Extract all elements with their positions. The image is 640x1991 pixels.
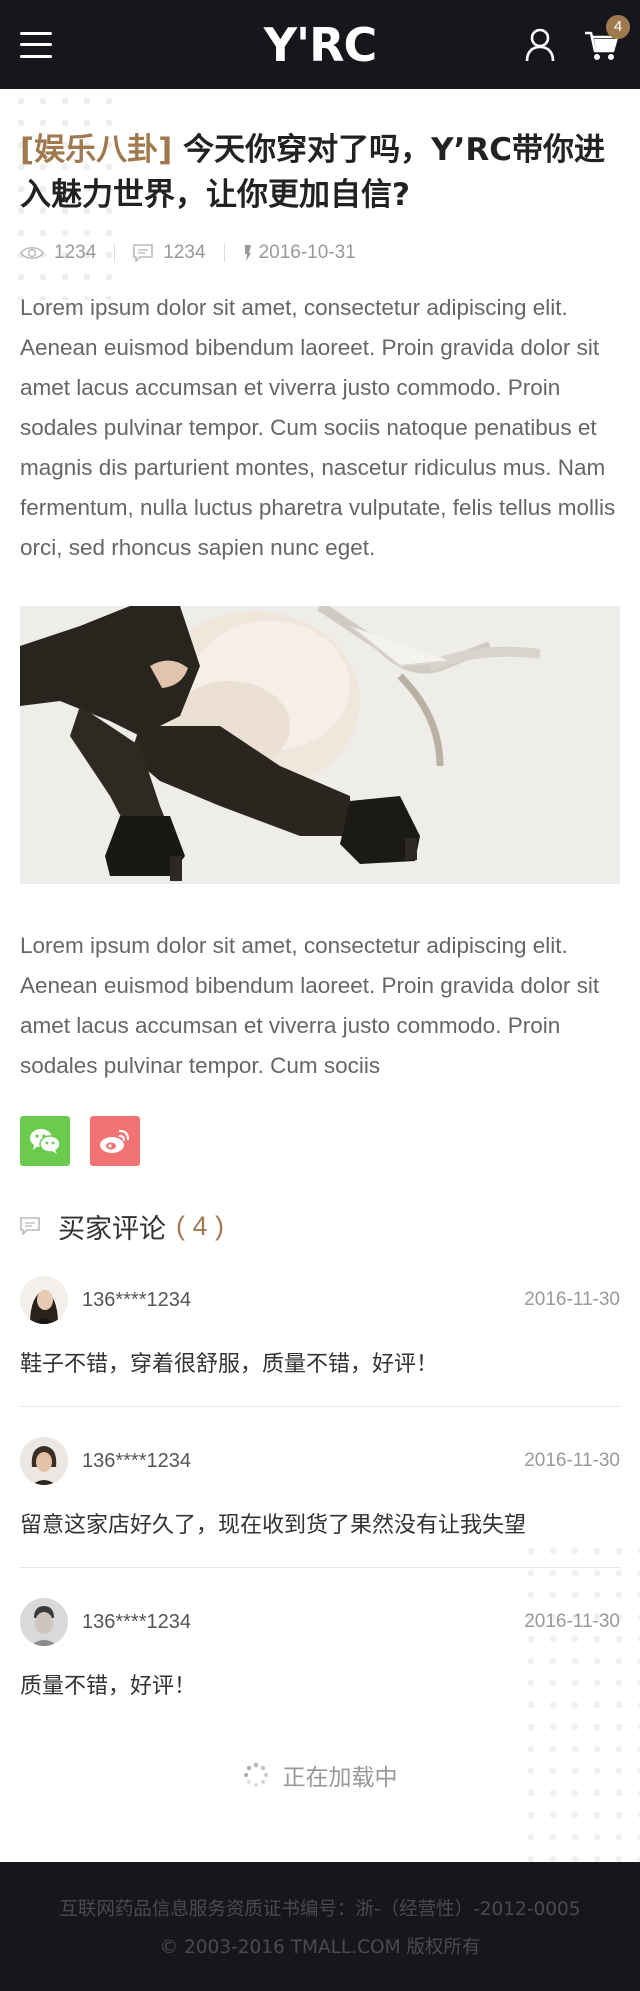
menu-icon[interactable] [20,31,52,58]
avatar [20,1276,68,1324]
comments-meta: 1234 [133,242,206,264]
review-text: 鞋子不错，穿着很舒服，质量不错，好评！ [20,1352,439,1377]
share-bar [20,1116,620,1166]
top-header: Y'RC 4 [0,0,640,89]
comment-icon [20,1217,40,1235]
review-date: 2016-11-30 [524,1450,620,1471]
reviews-header: 买家评论 ( 4 ) [20,1206,620,1246]
views-meta: 1234 [20,242,96,264]
reviewer-name: 136****1234 [82,1288,191,1311]
cart-count-badge: 4 [606,14,630,39]
review-item: 136****1234 2016-11-30 留意这家店好久了，现在收到货了果然… [20,1407,620,1568]
review-text: 质量不错，好评！ [20,1674,197,1699]
divider [114,244,116,262]
review-date: 2016-11-30 [524,1289,620,1310]
avatar [20,1598,68,1646]
article-category-tag[interactable]: [娱乐八卦] [20,132,172,168]
date-meta: 2016-10-31 [243,242,356,264]
review-text: 留意这家店好久了，现在收到货了果然没有让我失望 [20,1513,527,1538]
article-date: 2016-10-31 [258,242,356,263]
review-item: 136****1234 2016-11-30 鞋子不错，穿着很舒服，质量不错，好… [20,1246,620,1407]
weibo-icon [100,1129,130,1153]
brand-logo[interactable]: Y'RC [264,18,378,72]
spinner-icon [243,1762,268,1787]
views-count: 1234 [54,242,97,263]
reviews-count: ( 4 ) [176,1210,225,1241]
article-meta: 1234 1234 2016-10-31 [20,240,620,266]
article: [娱乐八卦] 今天你穿对了吗，Y’RC带你进入魅力世界，让你更加自信? 1234… [20,128,620,1792]
site-footer: 互联网药品信息服务资质证书编号：浙-（经营性）-2012-0005 © 2003… [0,1862,640,1991]
comment-icon [133,244,154,262]
cart-icon[interactable]: 4 [584,14,630,63]
loading-text: 正在加载中 [282,1765,398,1791]
reviewer-name: 136****1234 [82,1449,191,1472]
article-paragraph: Lorem ipsum dolor sit amet, consectetur … [20,295,616,560]
review-item: 136****1234 2016-11-30 质量不错，好评！ [20,1568,620,1728]
pen-icon [244,245,251,261]
footer-copyright: © 2003-2016 TMALL.COM 版权所有 [159,1936,481,1958]
share-wechat-button[interactable] [20,1116,70,1166]
reviewer-name: 136****1234 [82,1610,191,1633]
reviews-title: 买家评论 [58,1213,166,1245]
comments-count: 1234 [163,242,206,263]
article-paragraph: Lorem ipsum dolor sit amet, consectetur … [20,933,600,1078]
footer-license: 互联网药品信息服务资质证书编号：浙-（经营性）-2012-0005 [59,1898,581,1920]
user-icon[interactable] [522,27,558,63]
article-title: [娱乐八卦] 今天你穿对了吗，Y’RC带你进入魅力世界，让你更加自信? [20,128,620,218]
review-date: 2016-11-30 [524,1611,620,1632]
header-actions: 4 [522,14,630,63]
review-list: 136****1234 2016-11-30 鞋子不错，穿着很舒服，质量不错，好… [20,1246,620,1728]
divider [223,244,225,262]
wechat-icon [30,1129,61,1154]
loading-indicator: 正在加载中 [20,1758,620,1792]
share-weibo-button[interactable] [90,1116,140,1166]
article-fashion-image [20,606,620,884]
avatar [20,1437,68,1485]
eye-icon [20,246,44,260]
